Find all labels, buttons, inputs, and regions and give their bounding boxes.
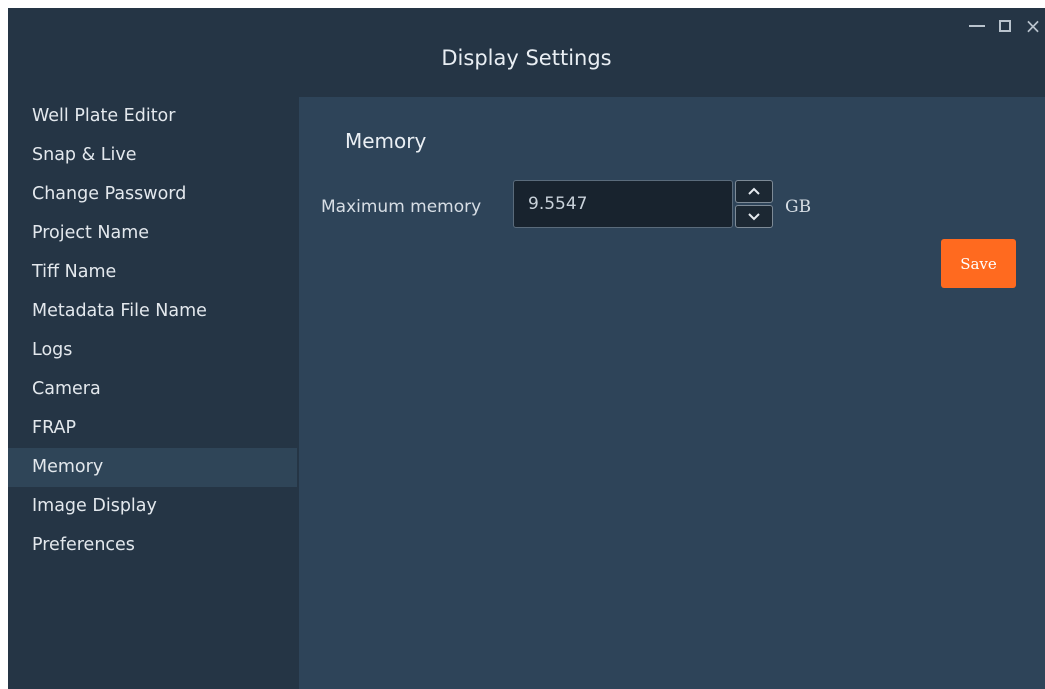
sidebar-item-project-name[interactable]: Project Name [8, 214, 297, 253]
max-memory-stepper [735, 180, 773, 228]
save-button[interactable]: Save [941, 239, 1016, 288]
sidebar-item-image-display[interactable]: Image Display [8, 487, 297, 526]
memory-unit-label: GB [785, 197, 812, 217]
memory-settings-panel: Memory Maximum memory GB Save [299, 97, 1045, 689]
sidebar-item-camera[interactable]: Camera [8, 370, 297, 409]
sidebar-item-preferences[interactable]: Preferences [8, 526, 297, 565]
display-settings-window: Display Settings × Well Plate Editor Sna… [8, 8, 1045, 689]
max-memory-input[interactable] [513, 180, 733, 228]
sidebar-item-tiff-name[interactable]: Tiff Name [8, 253, 297, 292]
chevron-down-icon [748, 213, 760, 221]
settings-sidebar: Well Plate Editor Snap & Live Change Pas… [8, 97, 297, 689]
decrement-button[interactable] [735, 205, 773, 228]
sidebar-item-frap[interactable]: FRAP [8, 409, 297, 448]
chevron-up-icon [748, 187, 760, 195]
window-title: Display Settings [441, 46, 612, 70]
maximize-icon [999, 20, 1011, 32]
minimize-button[interactable] [965, 14, 989, 38]
sidebar-item-metadata-file-name[interactable]: Metadata File Name [8, 292, 297, 331]
close-icon: × [1024, 14, 1042, 38]
maximize-button[interactable] [993, 14, 1017, 38]
title-bar: Display Settings × [8, 8, 1045, 97]
max-memory-label: Maximum memory [321, 197, 482, 217]
sidebar-item-logs[interactable]: Logs [8, 331, 297, 370]
minimize-icon [969, 25, 985, 27]
sidebar-item-well-plate-editor[interactable]: Well Plate Editor [8, 97, 297, 136]
increment-button[interactable] [735, 180, 773, 203]
window-controls: × [961, 14, 1045, 38]
sidebar-item-memory[interactable]: Memory [8, 448, 297, 487]
sidebar-item-change-password[interactable]: Change Password [8, 175, 297, 214]
sidebar-item-snap-live[interactable]: Snap & Live [8, 136, 297, 175]
close-button[interactable]: × [1021, 14, 1045, 38]
section-title: Memory [345, 129, 427, 153]
